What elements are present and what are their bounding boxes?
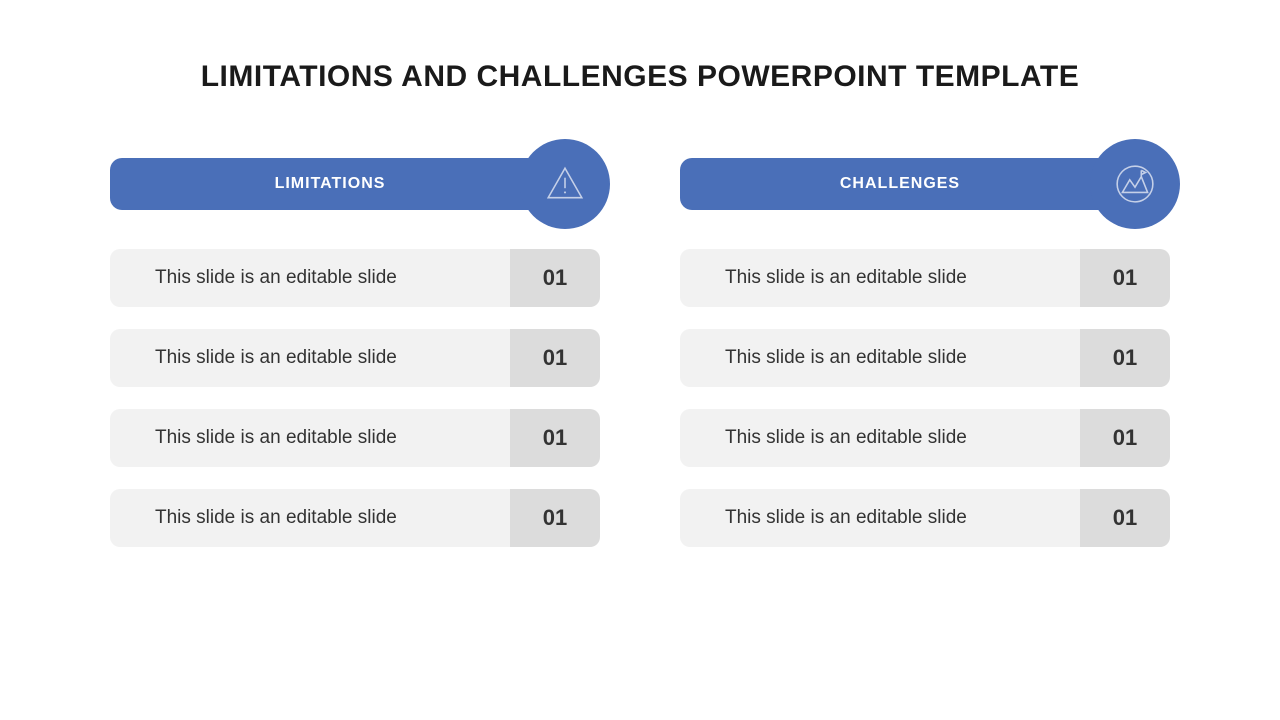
item-number: 01 [510,329,600,387]
list-item: This slide is an editable slide 01 [680,249,1170,307]
column-limitations: LIMITATIONS This slide is an editable sl… [110,154,600,569]
list-item: This slide is an editable slide 01 [110,249,600,307]
column-header-challenges: CHALLENGES [680,154,1170,214]
item-text: This slide is an editable slide [680,409,1080,467]
list-item: This slide is an editable slide 01 [110,329,600,387]
list-item: This slide is an editable slide 01 [680,329,1170,387]
item-number: 01 [1080,329,1170,387]
item-text: This slide is an editable slide [110,249,510,307]
item-text: This slide is an editable slide [680,249,1080,307]
item-text: This slide is an editable slide [680,489,1080,547]
mountain-icon [1090,139,1180,229]
item-number: 01 [1080,249,1170,307]
item-text: This slide is an editable slide [110,409,510,467]
slide-title: LIMITATIONS AND CHALLENGES POWERPOINT TE… [100,60,1180,94]
item-number: 01 [1080,409,1170,467]
warning-icon [520,139,610,229]
item-number: 01 [510,409,600,467]
column-challenges: CHALLENGES This slide is an editable sli… [680,154,1170,569]
item-number: 01 [510,489,600,547]
item-number: 01 [1080,489,1170,547]
list-item: This slide is an editable slide 01 [110,489,600,547]
item-text: This slide is an editable slide [110,489,510,547]
list-item: This slide is an editable slide 01 [680,409,1170,467]
item-text: This slide is an editable slide [680,329,1080,387]
item-text: This slide is an editable slide [110,329,510,387]
column-header-limitations: LIMITATIONS [110,154,600,214]
list-item: This slide is an editable slide 01 [680,489,1170,547]
columns-container: LIMITATIONS This slide is an editable sl… [100,154,1180,569]
list-item: This slide is an editable slide 01 [110,409,600,467]
item-number: 01 [510,249,600,307]
